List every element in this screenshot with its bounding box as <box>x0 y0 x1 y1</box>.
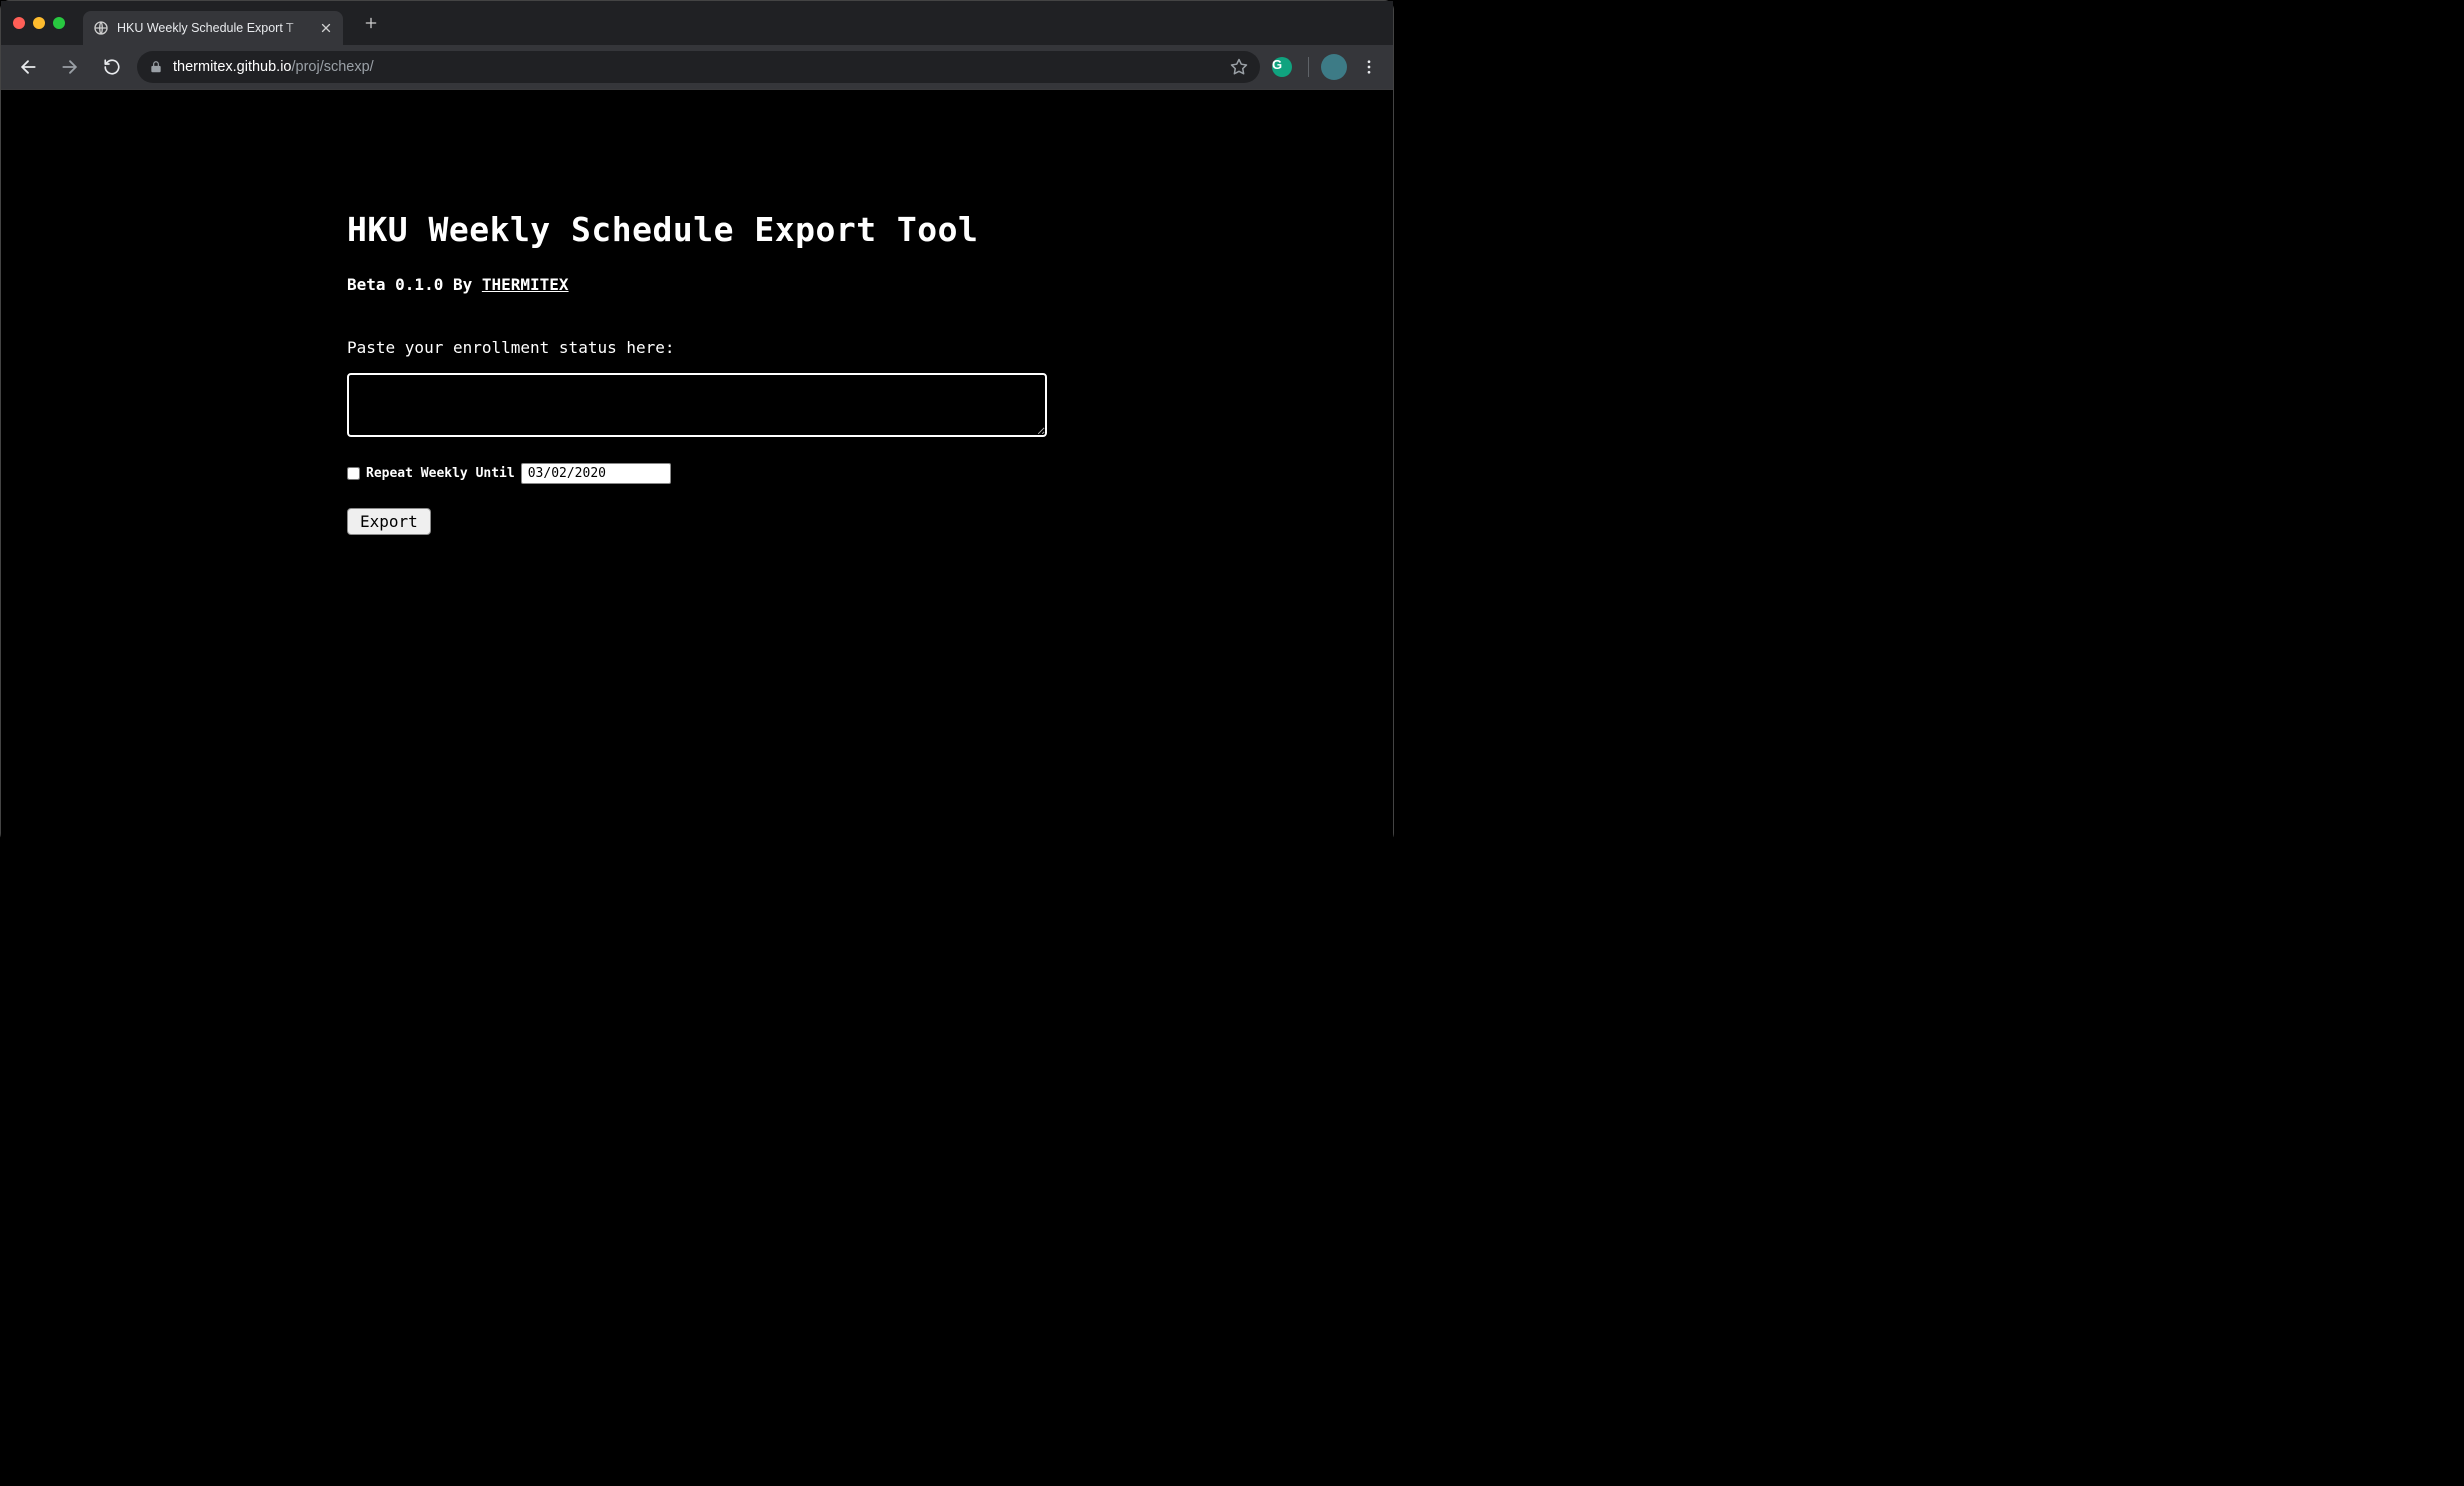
profile-avatar[interactable] <box>1321 54 1347 80</box>
window-close-button[interactable] <box>13 17 25 29</box>
globe-icon <box>93 20 109 36</box>
url-path: /proj/schexp/ <box>291 59 373 75</box>
repeat-label: Repeat Weekly Until <box>366 466 515 481</box>
toolbar-divider <box>1308 57 1309 77</box>
tabstrip: HKU Weekly Schedule Export T <box>1 1 1393 45</box>
new-tab-button[interactable] <box>357 9 385 37</box>
enrollment-label: Paste your enrollment status here: <box>347 338 1047 357</box>
window-zoom-button[interactable] <box>53 17 65 29</box>
export-button[interactable]: Export <box>347 508 431 535</box>
page-viewport: HKU Weekly Schedule Export Tool Beta 0.1… <box>1 90 1393 843</box>
tab-close-button[interactable] <box>319 21 333 35</box>
repeat-checkbox[interactable] <box>347 467 360 480</box>
byline-prefix: Beta 0.1.0 By <box>347 275 482 294</box>
url-text: thermitex.github.io/proj/schexp/ <box>173 59 1220 75</box>
browser-menu-button[interactable] <box>1355 53 1383 81</box>
back-button[interactable] <box>11 50 45 84</box>
address-bar[interactable]: thermitex.github.io/proj/schexp/ <box>137 51 1260 83</box>
byline: Beta 0.1.0 By THERMITEX <box>347 275 1047 294</box>
window-controls <box>13 17 65 29</box>
page-title: HKU Weekly Schedule Export Tool <box>347 210 1047 249</box>
browser-toolbar: thermitex.github.io/proj/schexp/ G <box>1 45 1393 89</box>
author-link[interactable]: THERMITEX <box>482 275 569 294</box>
browser-chrome: HKU Weekly Schedule Export T <box>1 1 1393 90</box>
window-minimize-button[interactable] <box>33 17 45 29</box>
browser-tab[interactable]: HKU Weekly Schedule Export T <box>83 11 343 45</box>
repeat-until-date-input[interactable] <box>521 463 671 484</box>
lock-icon <box>149 60 163 74</box>
extension-grammarly-icon[interactable]: G <box>1268 53 1296 81</box>
reload-button[interactable] <box>95 50 129 84</box>
repeat-row: Repeat Weekly Until <box>347 463 1047 484</box>
page-content: HKU Weekly Schedule Export Tool Beta 0.1… <box>347 90 1047 535</box>
bookmark-icon[interactable] <box>1230 58 1248 76</box>
tab-title: HKU Weekly Schedule Export T <box>117 21 311 35</box>
url-host: thermitex.github.io <box>173 59 291 75</box>
forward-button[interactable] <box>53 50 87 84</box>
enrollment-textarea[interactable] <box>347 373 1047 437</box>
